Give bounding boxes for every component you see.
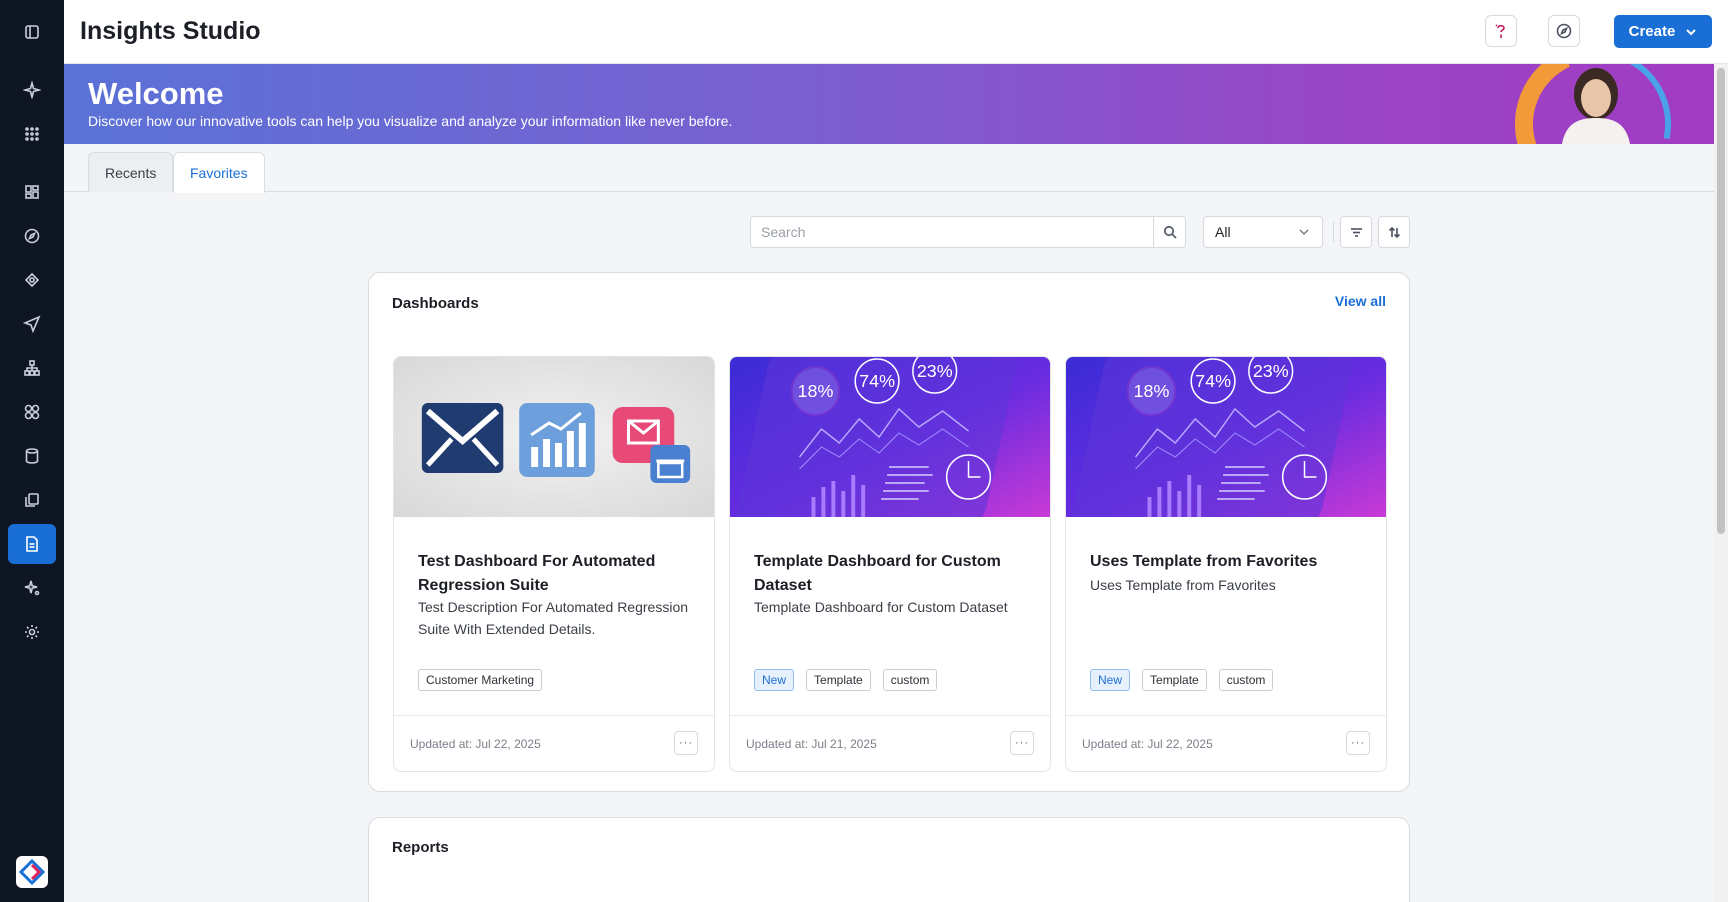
chevron-down-icon (1299, 229, 1309, 236)
help-pin-icon (1495, 24, 1505, 38)
type-filter-value: All (1215, 224, 1231, 240)
stat-label: 23% (1253, 361, 1289, 381)
filter-icon (1350, 227, 1362, 237)
compass-icon (1556, 23, 1572, 39)
create-button[interactable]: Create (1614, 15, 1712, 48)
type-filter-select[interactable]: All (1203, 216, 1323, 248)
tag: custom (1218, 669, 1274, 691)
app-title: Insights Studio (80, 17, 261, 45)
more-options-button[interactable]: ··· (1346, 731, 1370, 755)
dashboards-section: Dashboards View all Test Dashboard For A… (368, 272, 1410, 792)
report-icon[interactable] (8, 524, 56, 564)
tag: Customer Marketing (418, 669, 543, 691)
card-description: Test Description For Automated Regressio… (418, 599, 689, 637)
tag: custom (882, 669, 938, 691)
sparkle-icon[interactable] (8, 70, 56, 110)
tag: Template (806, 669, 871, 691)
panel-toggle-icon[interactable] (8, 12, 56, 52)
card-title: Template Dashboard for Custom Dataset (754, 553, 1001, 594)
reports-section: Reports (368, 817, 1410, 902)
page-scrollbar[interactable] (1714, 64, 1728, 902)
banner-title: Welcome (88, 76, 224, 111)
more-options-button[interactable]: ··· (674, 731, 698, 755)
banner-illustration (1515, 64, 1674, 144)
modules-icon[interactable] (8, 392, 56, 432)
card-footer: Updated at: Jul 21, 2025 ··· (730, 715, 1050, 771)
section-title: Dashboards (392, 295, 479, 312)
settings-icon[interactable] (8, 612, 56, 652)
stat-label: 74% (1195, 371, 1231, 391)
view-all-link[interactable]: View all (1335, 293, 1386, 309)
help-button[interactable] (1485, 15, 1517, 47)
card-tags: New Template custom (1090, 669, 1274, 691)
more-options-button[interactable]: ··· (1010, 731, 1034, 755)
create-button-label: Create (1628, 23, 1676, 40)
tag-new: New (754, 669, 795, 691)
database-icon[interactable] (8, 436, 56, 476)
card-thumbnail: 18% 74% 23% (1066, 357, 1386, 517)
copy-icon[interactable] (8, 480, 56, 520)
card-thumbnail (394, 357, 714, 517)
section-title: Reports (392, 839, 449, 856)
welcome-banner: Welcome Discover how our innovative tool… (64, 64, 1714, 144)
tag-new: New (1090, 669, 1131, 691)
card-footer: Updated at: Jul 22, 2025 ··· (1066, 715, 1386, 771)
sparkle-settings-icon[interactable] (8, 568, 56, 608)
updated-date: Updated at: Jul 22, 2025 (410, 737, 541, 751)
stat-label: 23% (917, 361, 953, 381)
updated-date: Updated at: Jul 22, 2025 (1082, 737, 1213, 751)
card-thumbnail: 18% 74% 23% (730, 357, 1050, 517)
dashboard-card[interactable]: Test Dashboard For Automated Regression … (393, 356, 715, 772)
grid-icon[interactable] (8, 114, 56, 154)
banner-subtitle: Discover how our innovative tools can he… (88, 113, 733, 129)
stat-label: 74% (859, 371, 895, 391)
more-icon: ··· (679, 737, 693, 749)
card-description: Uses Template from Favorites (1090, 577, 1276, 593)
content-tabs: Recents Favorites (64, 144, 1714, 193)
stat-label: 18% (1134, 381, 1170, 401)
card-description: Template Dashboard for Custom Dataset (754, 599, 1008, 615)
explore-button[interactable] (1548, 15, 1580, 47)
tag: Template (1142, 669, 1207, 691)
tab-favorites[interactable]: Favorites (173, 152, 265, 193)
stat-label: 18% (798, 381, 834, 401)
card-tags: New Template custom (754, 669, 938, 691)
target-icon[interactable] (8, 260, 56, 300)
more-icon: ··· (1351, 737, 1365, 749)
compass-icon[interactable] (8, 216, 56, 256)
card-title: Uses Template from Favorites (1090, 553, 1318, 570)
dashboard-card[interactable]: 18% 74% 23% Template Dashboard for Custo… (729, 356, 1051, 772)
dashboard-icon[interactable] (8, 172, 56, 212)
sort-icon (1388, 226, 1400, 238)
search-box (750, 216, 1186, 248)
brand-logo[interactable] (16, 856, 48, 888)
card-footer: Updated at: Jul 22, 2025 ··· (394, 715, 714, 771)
search-button[interactable] (1153, 217, 1185, 247)
toolbar-divider (1333, 222, 1334, 242)
search-icon (1163, 225, 1177, 239)
search-input[interactable] (751, 217, 1155, 247)
top-header: Insights Studio Create (64, 0, 1728, 64)
scrollbar-thumb[interactable] (1717, 68, 1725, 534)
card-title: Test Dashboard For Automated Regression … (418, 553, 656, 594)
send-icon[interactable] (8, 304, 56, 344)
sort-button[interactable] (1378, 216, 1410, 248)
chevron-down-icon (1686, 28, 1697, 35)
left-nav-rail (0, 0, 64, 902)
more-icon: ··· (1015, 737, 1029, 749)
card-tags: Customer Marketing (418, 669, 543, 691)
dashboard-card[interactable]: 18% 74% 23% Uses Template from Favorites… (1065, 356, 1387, 772)
tab-recents[interactable]: Recents (88, 152, 174, 192)
updated-date: Updated at: Jul 21, 2025 (746, 737, 877, 751)
hierarchy-icon[interactable] (8, 348, 56, 388)
filter-button[interactable] (1340, 216, 1372, 248)
logo-icon (19, 859, 45, 885)
